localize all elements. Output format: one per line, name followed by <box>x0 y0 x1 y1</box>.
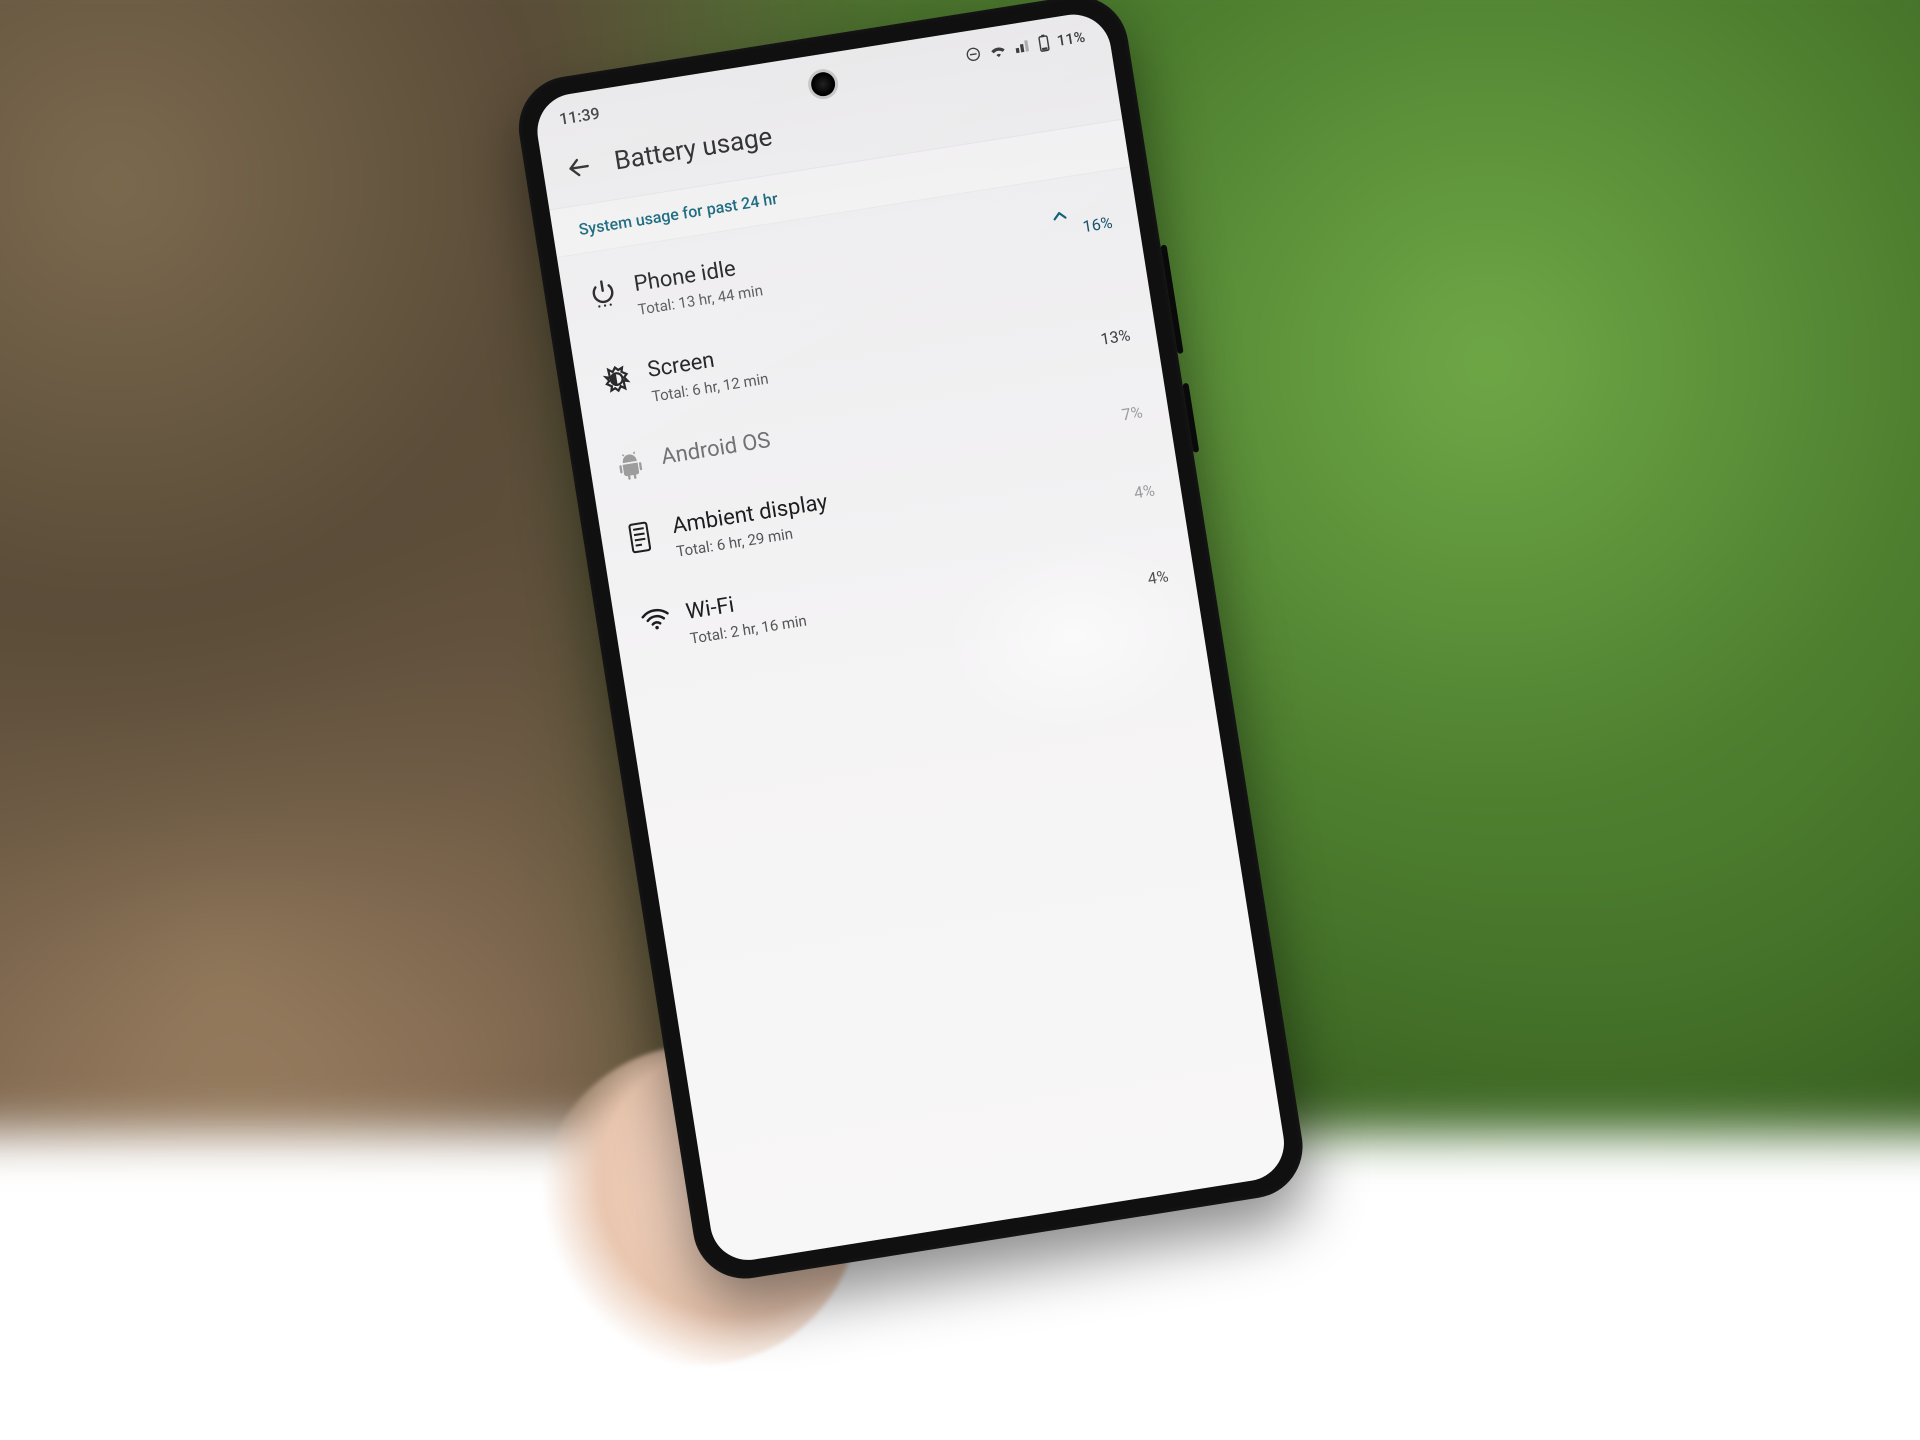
usage-pct: 13% <box>1089 325 1131 350</box>
collapse-toggle[interactable] <box>1047 203 1073 232</box>
status-battery-text: 11% <box>1056 27 1087 49</box>
arrow-left-icon <box>564 152 594 182</box>
chevron-up-icon <box>1047 203 1072 228</box>
device-icon <box>625 520 654 555</box>
dnd-icon <box>964 45 982 63</box>
android-icon <box>614 450 646 482</box>
page-title: Battery usage <box>612 122 774 177</box>
wifi-icon <box>639 605 672 633</box>
battery-icon <box>1037 33 1051 52</box>
usage-pct: 4% <box>1136 567 1169 591</box>
usage-pct: 4% <box>1123 480 1156 504</box>
back-button[interactable] <box>563 151 595 183</box>
brightness-icon <box>601 363 633 395</box>
usage-pct: 16% <box>1072 213 1114 238</box>
usage-list: Phone idle Total: 13 hr, 44 min 16% Scre… <box>557 167 1196 678</box>
wifi-icon <box>988 42 1008 59</box>
signal-icon <box>1013 38 1031 54</box>
status-time: 11:39 <box>558 104 601 129</box>
power-icon <box>587 277 619 311</box>
